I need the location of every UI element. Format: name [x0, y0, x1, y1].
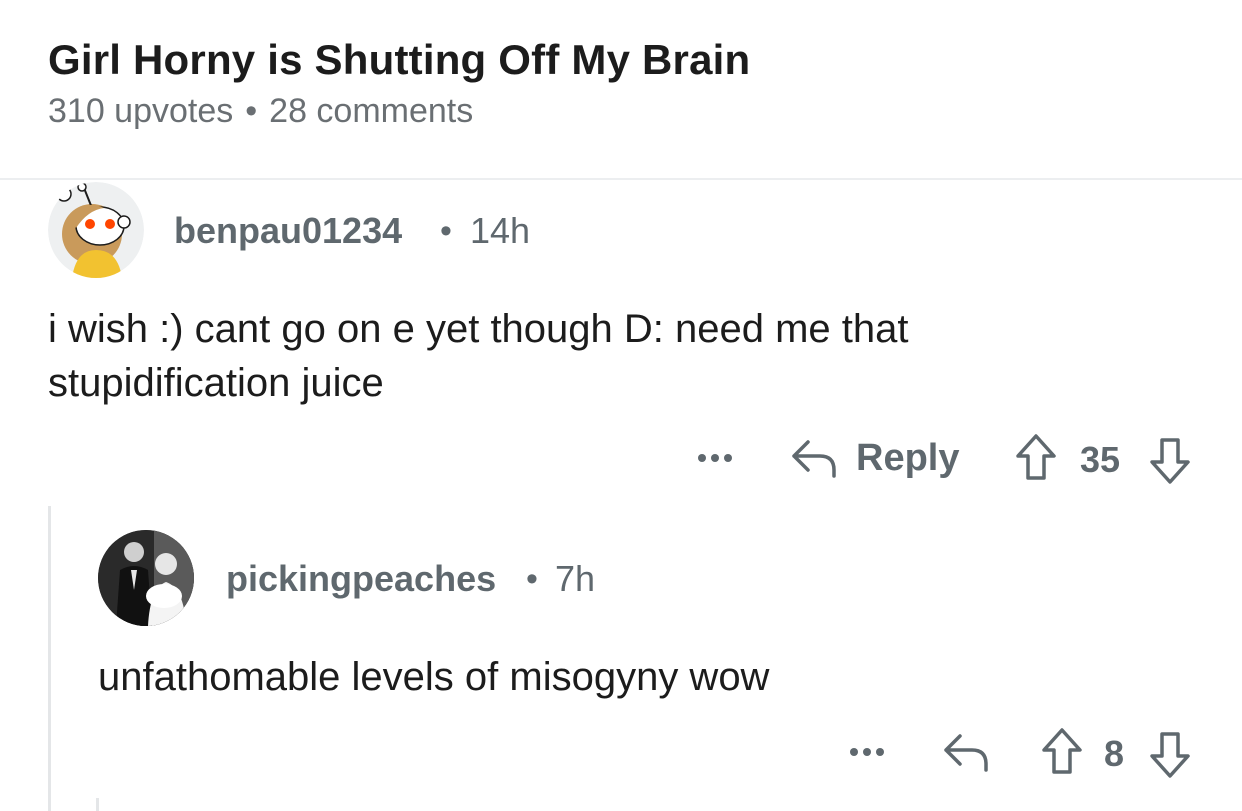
reply-arrow-icon[interactable]: [790, 436, 838, 485]
username-separator: •: [440, 212, 452, 250]
snoo-avatar-icon[interactable]: [48, 182, 144, 278]
comment-body-line: stupidification juice: [48, 361, 384, 405]
dot-icon: [863, 748, 871, 756]
post-comments-page: Girl Horny is Shutting Off My Brain 310 …: [0, 0, 1242, 811]
reply-button[interactable]: Reply: [856, 437, 959, 480]
post-title[interactable]: Girl Horny is Shutting Off My Brain: [48, 36, 750, 84]
more-options-button[interactable]: [850, 748, 884, 756]
upvote-arrow-icon[interactable]: [1038, 726, 1086, 781]
comment-body: i wish :) cant go on e yet though D: nee…: [48, 302, 1198, 410]
thread-line[interactable]: [96, 798, 99, 811]
dot-icon: [698, 454, 706, 462]
header-divider: [0, 178, 1242, 180]
thread-line[interactable]: [48, 506, 51, 811]
downvote-arrow-icon[interactable]: [1146, 436, 1194, 491]
upvote-arrow-icon[interactable]: [1012, 432, 1060, 487]
meta-separator: •: [245, 92, 258, 130]
downvote-arrow-icon[interactable]: [1146, 730, 1194, 785]
comment-body-line: i wish :) cant go on e yet though D: nee…: [48, 307, 909, 351]
upvote-count: 310 upvotes: [48, 92, 234, 130]
more-options-button[interactable]: [698, 454, 732, 462]
vote-score: 8: [1104, 733, 1125, 774]
reply-arrow-icon[interactable]: [942, 730, 990, 779]
comment-count: 28 comments: [269, 92, 474, 130]
comment-time: 14h: [470, 210, 531, 251]
dot-icon: [876, 748, 884, 756]
comment-body: unfathomable levels of misogyny wow: [98, 655, 770, 699]
comment-username[interactable]: benpau01234: [174, 210, 402, 252]
dot-icon: [724, 454, 732, 462]
dot-icon: [711, 454, 719, 462]
comment-username[interactable]: pickingpeaches: [226, 558, 496, 600]
dot-icon: [850, 748, 858, 756]
post-meta: 310 upvotes • 28 comments: [48, 92, 473, 131]
comment-time: 7h: [555, 558, 596, 599]
vote-score: 35: [1080, 439, 1121, 480]
username-separator: •: [526, 560, 538, 598]
photo-avatar-icon[interactable]: [98, 530, 194, 626]
